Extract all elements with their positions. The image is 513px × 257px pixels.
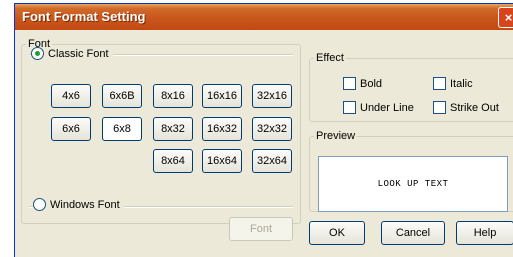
- close-button[interactable]: ×: [498, 7, 513, 28]
- underline-checkbox[interactable]: [343, 101, 356, 114]
- windows-font-option[interactable]: Windows Font: [33, 198, 124, 211]
- ok-button[interactable]: OK: [309, 221, 365, 245]
- strikeout-checkbox[interactable]: [433, 101, 446, 114]
- size-button-32x16[interactable]: 32x16: [252, 84, 292, 108]
- italic-option[interactable]: Italic: [433, 77, 473, 90]
- strikeout-label: Strike Out: [450, 101, 499, 114]
- dialog-client: Font Classic Font 4x6 6x6B 8x16 16x16 32…: [19, 34, 513, 257]
- preview-text: LOOK UP TEXT: [377, 179, 449, 189]
- strikeout-option[interactable]: Strike Out: [433, 101, 499, 114]
- size-button-6x6[interactable]: 6x6: [51, 117, 91, 141]
- windows-font-radio[interactable]: [33, 198, 46, 211]
- size-button-4x6[interactable]: 4x6: [51, 84, 91, 108]
- size-button-8x64[interactable]: 8x64: [153, 149, 193, 173]
- size-button-8x16[interactable]: 8x16: [153, 84, 193, 108]
- help-button[interactable]: Help: [456, 221, 513, 245]
- classic-font-radio[interactable]: [31, 47, 44, 60]
- effect-group-legend: Effect: [316, 52, 344, 64]
- size-button-16x64[interactable]: 16x64: [202, 149, 242, 173]
- size-button-16x16[interactable]: 16x16: [202, 84, 242, 108]
- title-bar[interactable]: Font Format Setting ×: [15, 4, 513, 30]
- window-title: Font Format Setting: [22, 9, 146, 24]
- cancel-button[interactable]: Cancel: [381, 221, 445, 245]
- font-button[interactable]: Font: [229, 217, 293, 241]
- underline-option[interactable]: Under Line: [343, 101, 414, 114]
- underline-label: Under Line: [360, 101, 414, 114]
- bold-option[interactable]: Bold: [343, 77, 382, 90]
- preview-box: LOOK UP TEXT: [318, 156, 508, 212]
- dialog-window: Font Format Setting × Font Classic Font …: [14, 3, 513, 257]
- size-button-6x8[interactable]: 6x8: [102, 117, 142, 141]
- size-button-6x6b[interactable]: 6x6B: [102, 84, 142, 108]
- size-button-32x64[interactable]: 32x64: [252, 149, 292, 173]
- windows-font-label: Windows Font: [50, 198, 120, 211]
- italic-checkbox[interactable]: [433, 77, 446, 90]
- italic-label: Italic: [450, 77, 473, 90]
- classic-font-option[interactable]: Classic Font: [31, 47, 113, 60]
- size-button-16x32[interactable]: 16x32: [202, 117, 242, 141]
- size-button-8x32[interactable]: 8x32: [153, 117, 193, 141]
- size-button-32x32[interactable]: 32x32: [252, 117, 292, 141]
- bold-checkbox[interactable]: [343, 77, 356, 90]
- preview-group: Preview LOOK UP TEXT: [309, 130, 513, 212]
- preview-group-legend: Preview: [316, 130, 356, 142]
- bold-label: Bold: [360, 77, 383, 90]
- classic-font-label: Classic Font: [48, 47, 109, 60]
- close-icon: ×: [504, 10, 513, 25]
